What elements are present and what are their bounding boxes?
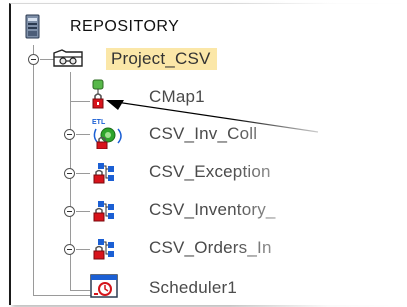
expand-toggle-icon[interactable] bbox=[64, 206, 75, 217]
tree-item-label: CSV_Inv_Coll bbox=[149, 124, 258, 143]
repository-label: REPOSITORY bbox=[70, 18, 180, 35]
expand-toggle-icon[interactable] bbox=[64, 168, 75, 179]
expand-toggle-icon[interactable] bbox=[64, 129, 75, 140]
collapse-toggle-icon[interactable] bbox=[28, 54, 39, 65]
tree-connector bbox=[33, 45, 34, 295]
repository-node[interactable]: REPOSITORY bbox=[24, 14, 224, 40]
project-label: Project_CSV bbox=[106, 48, 217, 70]
locked-collaboration-icon bbox=[92, 237, 118, 266]
tree-item-csv-exception[interactable]: CSV_Exception bbox=[60, 157, 320, 187]
tree-connector bbox=[70, 290, 90, 291]
tree-item-label: CSV_Exception bbox=[149, 162, 271, 181]
tree-connector bbox=[33, 295, 93, 296]
tree-item-label: CSV_Inventory_ bbox=[149, 200, 276, 219]
locked-collaboration-icon bbox=[92, 199, 118, 228]
svg-text:ETL: ETL bbox=[92, 119, 106, 126]
project-folder-icon bbox=[52, 48, 86, 75]
expand-toggle-icon[interactable] bbox=[64, 244, 75, 255]
tree-item-csv-inventory[interactable]: CSV_Inventory_ bbox=[60, 195, 320, 225]
locked-etl-process-icon: ETL bbox=[90, 117, 126, 154]
tree-item-csv-orders-in[interactable]: CSV_Orders_In bbox=[60, 233, 320, 263]
tree-item-scheduler1[interactable]: Scheduler1 bbox=[90, 274, 330, 304]
project-node[interactable]: Project_CSV bbox=[24, 46, 254, 72]
tree-item-csv-inv-coll[interactable]: ETL CSV_Inv_Coll bbox=[60, 117, 320, 150]
locked-collaboration-icon bbox=[92, 161, 118, 190]
tree-connector bbox=[70, 101, 90, 102]
tree-item-label: CSV_Orders_In bbox=[149, 238, 272, 257]
scheduler-icon bbox=[90, 274, 120, 305]
repository-server-icon bbox=[24, 14, 42, 45]
tree-item-label: Scheduler1 bbox=[149, 278, 238, 297]
